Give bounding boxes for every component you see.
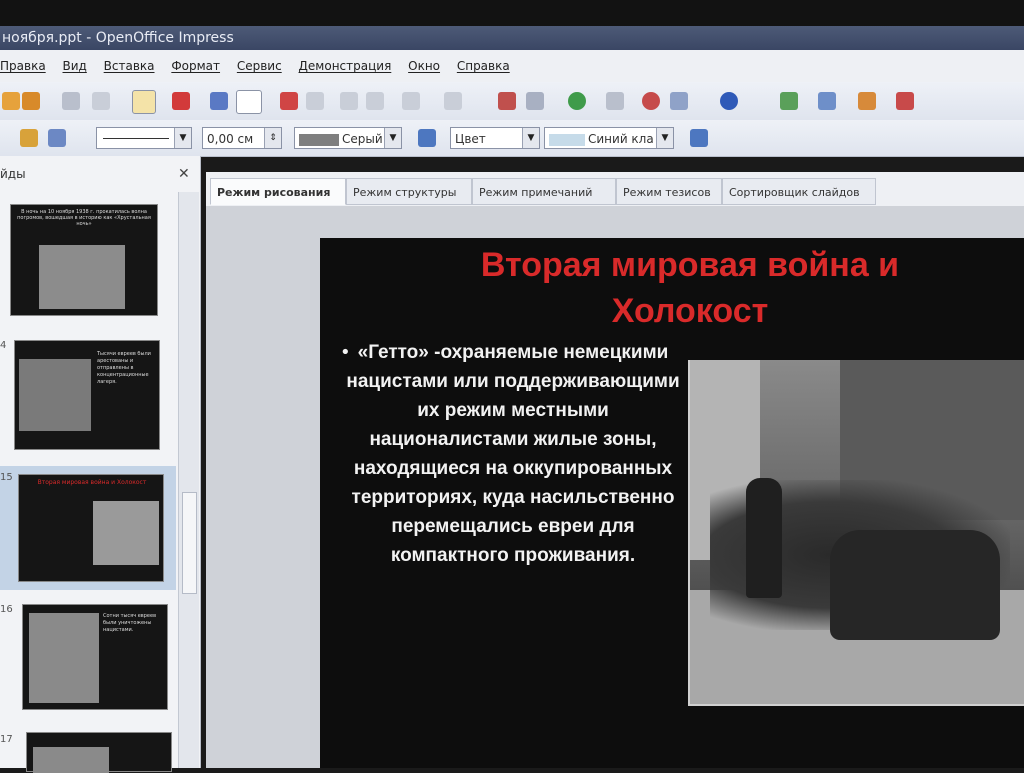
spinner-icon[interactable]: ⇕	[264, 128, 281, 148]
paste-icon[interactable]	[340, 92, 358, 110]
slide-number: 16	[0, 604, 13, 615]
slide-bullet-text[interactable]: «Гетто» -охраняемые немецкими нацистами …	[338, 338, 688, 570]
shadow-icon[interactable]	[690, 129, 708, 147]
fill-color-select[interactable]: Синий кла ▼	[544, 127, 674, 149]
slide-thumbnail[interactable]	[26, 732, 172, 773]
slide-thumbnail[interactable]: Тысячи евреев были арестованы и отправле…	[14, 340, 160, 450]
spellcheck-icon[interactable]	[210, 92, 228, 110]
tab-drawing-view[interactable]: Режим рисования	[210, 178, 346, 205]
monitor-bezel	[0, 0, 1024, 28]
standard-toolbar	[0, 82, 1024, 121]
slide-title[interactable]: Вторая мировая война и Холокост	[420, 242, 960, 334]
redo-icon[interactable]	[444, 92, 462, 110]
slide-number: 17	[0, 734, 13, 745]
copy-icon[interactable]	[306, 92, 324, 110]
save-icon[interactable]	[62, 92, 80, 110]
line-width-input[interactable]: 0,00 см ⇕	[202, 127, 282, 149]
chevron-down-icon[interactable]: ▼	[174, 128, 191, 148]
autospellcheck-icon[interactable]	[236, 90, 262, 114]
chevron-down-icon[interactable]: ▼	[522, 128, 539, 148]
table-icon[interactable]	[526, 92, 544, 110]
menu-insert[interactable]: Вставка	[104, 50, 155, 82]
export-pdf-icon[interactable]	[172, 92, 190, 110]
slide-thumbnail[interactable]: В ночь на 10 ноября 1938 г. прокатилась …	[10, 204, 158, 316]
line-style-select[interactable]: ▼	[96, 127, 192, 149]
tab-handout-view[interactable]: Режим тезисов	[616, 178, 722, 205]
slide-thumbnail-photo	[29, 613, 99, 703]
slide-thumbnail-photo	[19, 359, 91, 431]
menu-view[interactable]: Вид	[63, 50, 87, 82]
close-icon[interactable]: ✕	[178, 156, 190, 192]
edit-file-icon[interactable]	[132, 90, 156, 114]
slides-panel-header: йды	[0, 167, 26, 181]
grid-icon[interactable]	[606, 92, 624, 110]
slide-number: 15	[0, 472, 13, 483]
chevron-down-icon[interactable]: ▼	[656, 128, 673, 148]
new-document-icon[interactable]	[2, 92, 20, 110]
cut-icon[interactable]	[280, 92, 298, 110]
fill-type-select[interactable]: Цвет ▼	[450, 127, 540, 149]
slide-thumbnail-selected[interactable]: Вторая мировая война и Холокост	[18, 474, 164, 582]
ghetto-photo[interactable]	[688, 360, 1024, 706]
email-icon[interactable]	[92, 92, 110, 110]
slides-panel: йды ✕ В ночь на 10 ноября 1938 г. прокат…	[0, 156, 201, 773]
help-icon[interactable]	[720, 92, 738, 110]
zoom-icon[interactable]	[670, 92, 688, 110]
open-folder-icon[interactable]	[22, 92, 40, 110]
menu-tools[interactable]: Сервис	[237, 50, 282, 82]
show-draw-functions-icon[interactable]	[568, 92, 586, 110]
tab-notes-view[interactable]: Режим примечаний	[472, 178, 616, 205]
slide-layout-icon[interactable]	[780, 92, 798, 110]
slide-number: 4	[0, 340, 7, 351]
line-icon[interactable]	[20, 129, 38, 147]
navigator-icon[interactable]	[642, 92, 660, 110]
line-fill-toolbar: ▼ 0,00 см ⇕ Серый ▼ Цвет ▼ Синий кла ▼	[0, 120, 1024, 157]
chevron-down-icon[interactable]: ▼	[384, 128, 401, 148]
menu-format[interactable]: Формат	[171, 50, 220, 82]
menu-window[interactable]: Окно	[408, 50, 440, 82]
slide-thumbnail[interactable]: Сотни тысяч евреев были уничтожены нацис…	[22, 604, 168, 710]
menu-edit[interactable]: Правка	[0, 50, 46, 82]
window-titlebar: ноября.ppt - OpenOffice Impress	[0, 26, 1024, 50]
arrow-style-icon[interactable]	[48, 129, 66, 147]
window-title: ноября.ppt - OpenOffice Impress	[2, 30, 234, 46]
tab-outline-view[interactable]: Режим структуры	[346, 178, 472, 205]
slide-thumbnail-photo	[33, 747, 109, 773]
slides-scrollbar[interactable]	[178, 192, 199, 768]
view-tabs: Режим рисования Режим структуры Режим пр…	[206, 172, 1024, 207]
slide-design-icon[interactable]	[818, 92, 836, 110]
photo-figure	[746, 478, 782, 598]
tab-slide-sorter[interactable]: Сортировщик слайдов	[722, 178, 876, 205]
slide-show-icon[interactable]	[896, 92, 914, 110]
undo-icon[interactable]	[402, 92, 420, 110]
area-fill-icon[interactable]	[418, 129, 436, 147]
format-paintbrush-icon[interactable]	[366, 92, 384, 110]
menu-slideshow[interactable]: Демонстрация	[299, 50, 392, 82]
chart-icon[interactable]	[498, 92, 516, 110]
line-color-select[interactable]: Серый ▼	[294, 127, 402, 149]
menu-bar: Правка Вид Вставка Формат Сервис Демонст…	[0, 50, 1024, 82]
slide-thumbnail-photo	[93, 501, 159, 565]
photo-seated-group	[830, 530, 1000, 640]
new-slide-icon[interactable]	[858, 92, 876, 110]
menu-help[interactable]: Справка	[457, 50, 510, 82]
slide-thumbnail-photo	[39, 245, 125, 309]
